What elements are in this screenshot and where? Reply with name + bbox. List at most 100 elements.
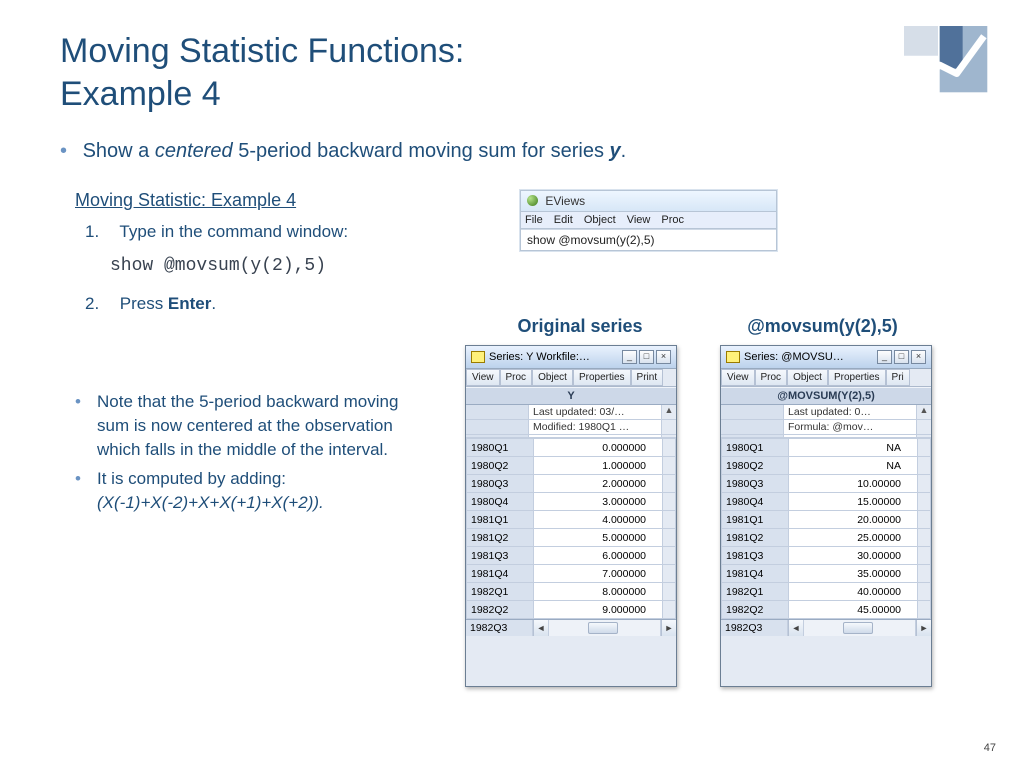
label-original-series: Original series	[480, 316, 680, 337]
tb-proc[interactable]: Proc	[755, 369, 788, 386]
bullet-pre: Show a	[83, 140, 155, 162]
maximize-icon[interactable]: □	[894, 350, 909, 364]
scroll-right-icon[interactable]: ►	[661, 620, 676, 636]
bullet-dot: •	[75, 467, 97, 515]
bullet-series: y	[610, 140, 621, 162]
info-text: Formula: @mov…	[784, 420, 916, 434]
slide-title: Moving Statistic Functions: Example 4	[60, 30, 464, 115]
eviews-command-window: EViews File Edit Object View Proc show @…	[520, 190, 777, 251]
table-row: 1982Q18.000000	[467, 583, 676, 601]
window-titlebar: Series: @MOVSU… _ □ ×	[721, 346, 931, 369]
eviews-icon	[527, 195, 538, 206]
title-line1: Moving Statistic Functions:	[60, 32, 464, 70]
step-text: Type in the command window:	[119, 222, 348, 241]
scroll-thumb[interactable]	[843, 622, 873, 634]
step-1: 1. Type in the command window:	[85, 222, 445, 242]
tb-object[interactable]: Object	[532, 369, 573, 386]
window-title: Series: Y Workfile:…	[489, 351, 622, 363]
table-row: 1981Q120.00000	[722, 511, 931, 529]
step-2: 2. Press Enter.	[85, 294, 445, 314]
window-title: Series: @MOVSU…	[744, 351, 877, 363]
note-text: Note that the 5-period backward moving s…	[97, 390, 425, 461]
table-row: 1981Q47.000000	[467, 565, 676, 583]
series-window-original: Series: Y Workfile:… _ □ × View Proc Obj…	[465, 345, 677, 687]
tb-view[interactable]: View	[466, 369, 500, 386]
bullet-dot: •	[75, 390, 97, 461]
series-toolbar: View Proc Object Properties Pri	[721, 369, 931, 387]
scroll-up-icon[interactable]: ▲	[661, 405, 676, 419]
table-row: 1981Q36.000000	[467, 547, 676, 565]
note-1: • Note that the 5-period backward moving…	[75, 390, 425, 461]
info-text: Last updated: 0…	[784, 405, 916, 419]
scroll-right-icon[interactable]: ►	[916, 620, 931, 636]
table-row: 1982Q245.00000	[722, 601, 931, 619]
maximize-icon[interactable]: □	[639, 350, 654, 364]
tb-proc[interactable]: Proc	[500, 369, 533, 386]
series-header: @MOVSUM(Y(2),5)	[721, 387, 931, 405]
cmdwin-title: EViews	[545, 194, 585, 208]
tb-view[interactable]: View	[721, 369, 755, 386]
subheading: Moving Statistic: Example 4	[75, 190, 296, 211]
table-row: 1981Q225.00000	[722, 529, 931, 547]
tb-object[interactable]: Object	[787, 369, 828, 386]
series-window-movsum: Series: @MOVSU… _ □ × View Proc Object P…	[720, 345, 932, 687]
bottom-index: 1982Q3	[721, 620, 788, 636]
cmdwin-titlebar: EViews	[521, 191, 776, 212]
bullet-em: centered	[155, 140, 233, 162]
close-icon[interactable]: ×	[911, 350, 926, 364]
info-row: Formula: @mov…	[721, 420, 931, 435]
close-icon[interactable]: ×	[656, 350, 671, 364]
scroll-thumb[interactable]	[588, 622, 618, 634]
scroll-left-icon[interactable]: ◄	[788, 620, 803, 636]
series-icon	[471, 351, 485, 363]
bullet-post: .	[621, 140, 627, 162]
window-titlebar: Series: Y Workfile:… _ □ ×	[466, 346, 676, 369]
scroll-track[interactable]	[548, 620, 661, 636]
note2-formula: (X(-1)+X(-2)+X+X(+1)+X(+2)).	[97, 493, 324, 512]
table-row: 1981Q14.000000	[467, 511, 676, 529]
cmdwin-input[interactable]: show @movsum(y(2),5)	[521, 229, 776, 250]
step-list: 1. Type in the command window: show @mov…	[85, 222, 445, 324]
info-text: Modified: 1980Q1 …	[529, 420, 661, 434]
info-row: Modified: 1980Q1 …	[466, 420, 676, 435]
step-num: 2.	[85, 294, 105, 314]
table-row: 1982Q140.00000	[722, 583, 931, 601]
menu-proc[interactable]: Proc	[661, 214, 684, 226]
step-text-post: .	[211, 294, 216, 313]
table-row: 1982Q29.000000	[467, 601, 676, 619]
minimize-icon[interactable]: _	[622, 350, 637, 364]
horizontal-scrollbar[interactable]: 1982Q3 ◄ ►	[466, 619, 676, 636]
tb-properties[interactable]: Properties	[828, 369, 886, 386]
menu-edit[interactable]: Edit	[554, 214, 573, 226]
horizontal-scrollbar[interactable]: 1982Q3 ◄ ►	[721, 619, 931, 636]
scroll-track[interactable]	[803, 620, 916, 636]
minimize-icon[interactable]: _	[877, 350, 892, 364]
menu-view[interactable]: View	[627, 214, 651, 226]
info-row: Last updated: 0…▲	[721, 405, 931, 420]
step-text-pre: Press	[120, 294, 168, 313]
step-num: 1.	[85, 222, 105, 242]
tb-print[interactable]: Pri	[886, 369, 910, 386]
table-row: 1980Q1NA	[722, 439, 931, 457]
info-text: Last updated: 03/…	[529, 405, 661, 419]
table-row: 1981Q25.000000	[467, 529, 676, 547]
scroll-left-icon[interactable]: ◄	[533, 620, 548, 636]
series-icon	[726, 351, 740, 363]
tb-print[interactable]: Print	[631, 369, 664, 386]
bottom-index: 1982Q3	[466, 620, 533, 636]
info-row: Last updated: 03/…▲	[466, 405, 676, 420]
cmdwin-menubar: File Edit Object View Proc	[521, 212, 776, 229]
series-toolbar: View Proc Object Properties Print	[466, 369, 676, 387]
table-row: 1980Q32.000000	[467, 475, 676, 493]
tb-properties[interactable]: Properties	[573, 369, 631, 386]
bullet-mid: 5-period backward moving sum for series	[233, 140, 610, 162]
page-number: 47	[984, 742, 996, 754]
scroll-up-icon[interactable]: ▲	[916, 405, 931, 419]
main-bullet: Show a centered 5-period backward moving…	[60, 140, 626, 163]
menu-object[interactable]: Object	[584, 214, 616, 226]
code-command: show @movsum(y(2),5)	[110, 256, 445, 276]
menu-file[interactable]: File	[525, 214, 543, 226]
table-row: 1980Q415.00000	[722, 493, 931, 511]
logo-chart-icon	[904, 25, 989, 95]
note-text: It is computed by adding: (X(-1)+X(-2)+X…	[97, 467, 324, 515]
